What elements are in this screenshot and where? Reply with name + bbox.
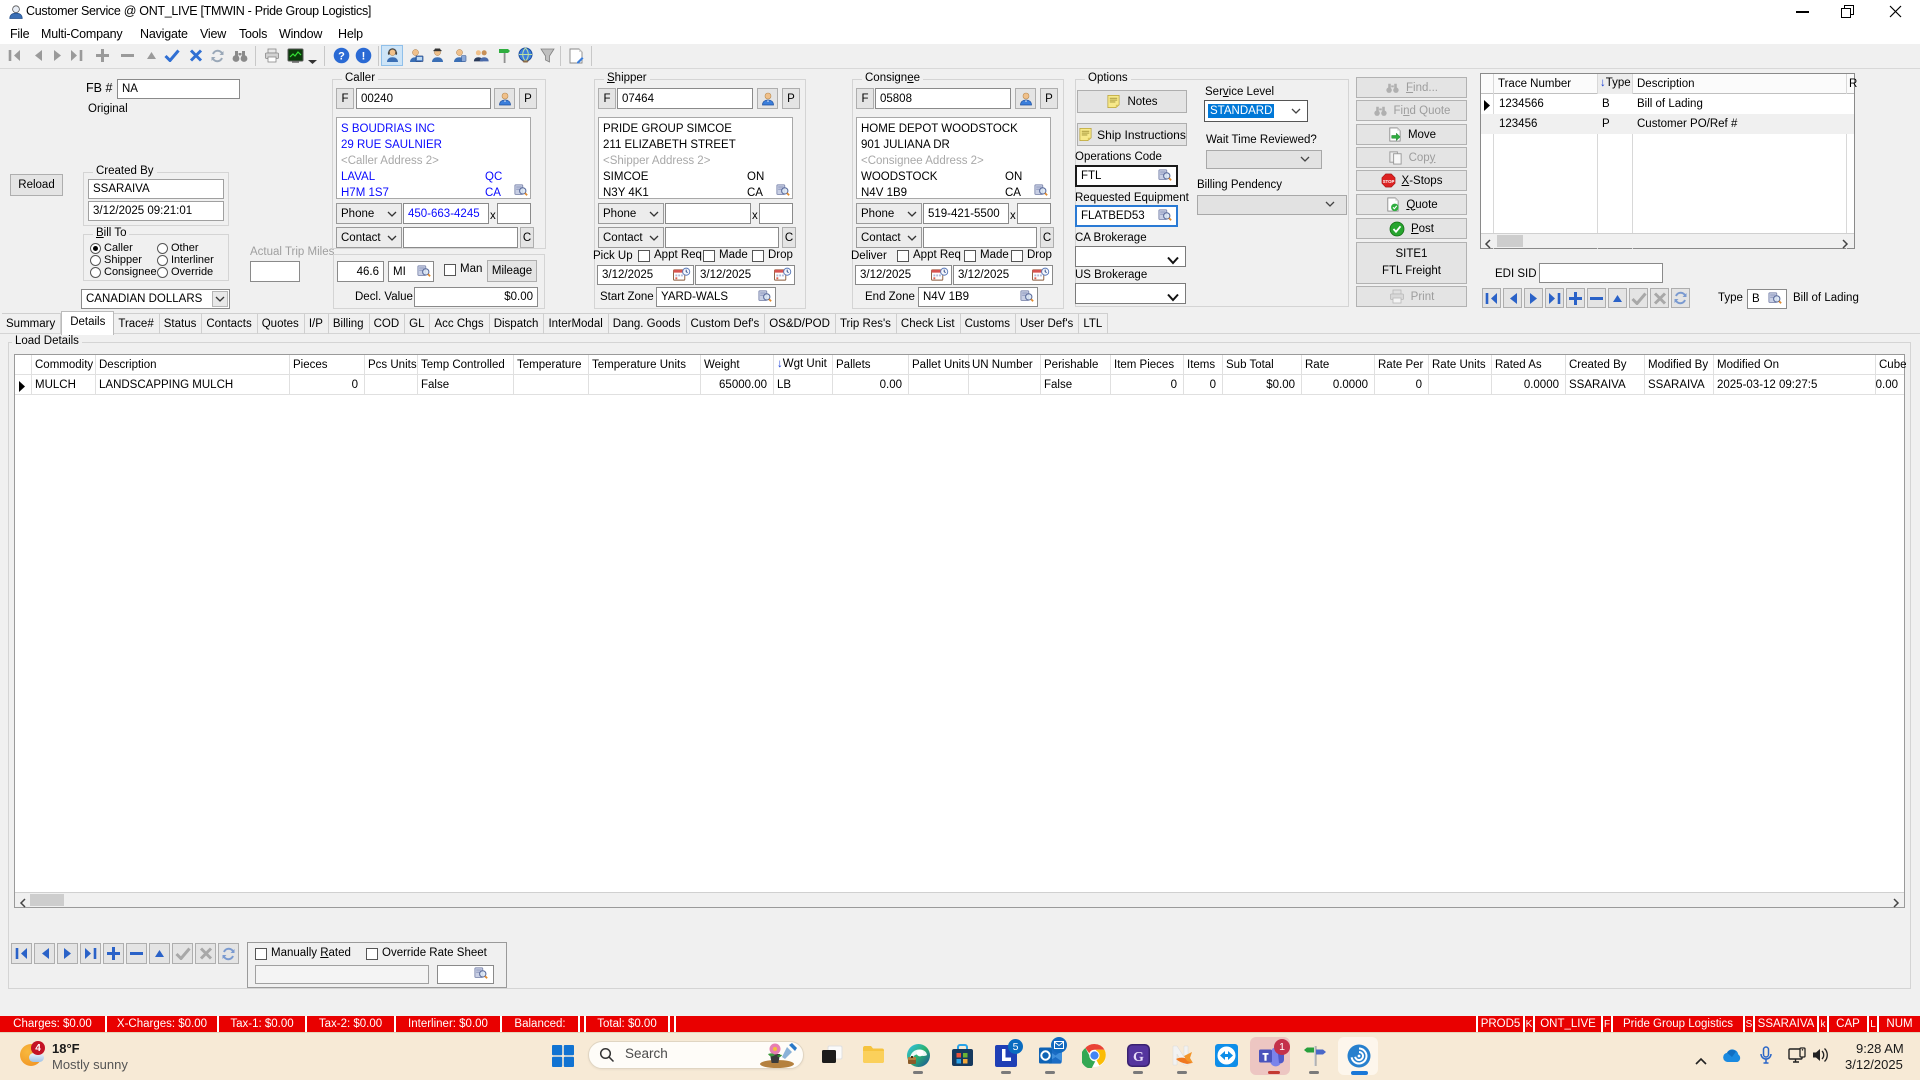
svg-text:STOP: STOP (1382, 179, 1394, 184)
svg-text:G: G (1133, 1050, 1144, 1065)
svg-text:!: ! (362, 51, 366, 63)
svg-text:?: ? (338, 51, 345, 63)
